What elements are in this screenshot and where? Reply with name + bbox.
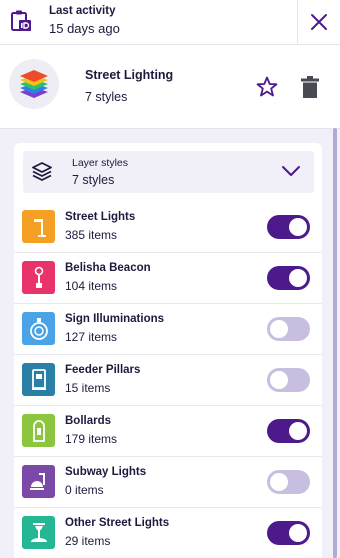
toggle-knob	[289, 269, 307, 287]
group-logo	[9, 59, 59, 109]
delete-button[interactable]	[300, 75, 320, 99]
layer-name: Sign Illuminations	[65, 313, 165, 325]
layer-item-count: 385 items	[65, 228, 118, 242]
group-title: Street Lighting	[85, 68, 174, 82]
close-icon	[311, 14, 327, 30]
street-light-icon	[22, 210, 55, 243]
layer-visibility-toggle[interactable]	[267, 419, 310, 443]
layer-row: Belisha Beacon 104 items	[14, 253, 322, 304]
layer-row: Bollards 179 items	[14, 406, 322, 457]
toggle-knob	[270, 371, 288, 389]
topbar-divider	[297, 0, 298, 45]
sign-illumination-icon	[22, 312, 55, 345]
chevron-down-icon	[282, 166, 300, 176]
close-button[interactable]	[302, 4, 336, 40]
feeder-pillar-icon	[22, 363, 55, 396]
layer-name: Bollards	[65, 415, 112, 427]
toggle-knob	[289, 218, 307, 236]
layer-name: Street Lights	[65, 211, 136, 223]
layer-row: Sign Illuminations 127 items	[14, 304, 322, 355]
layer-item-count: 29 items	[65, 534, 111, 548]
layer-list: Street Lights 385 items Belisha Beacon 1…	[14, 202, 322, 558]
subway-light-icon	[22, 465, 55, 498]
last-activity-label: Last activity	[49, 5, 116, 17]
toggle-knob	[289, 422, 307, 440]
layer-row: Other Street Lights 29 items	[14, 508, 322, 558]
layer-name: Feeder Pillars	[65, 364, 141, 376]
layer-visibility-toggle[interactable]	[267, 470, 310, 494]
other-street-light-icon	[22, 516, 55, 549]
layer-item-count: 104 items	[65, 279, 118, 293]
layer-name: Subway Lights	[65, 466, 147, 478]
layer-visibility-toggle[interactable]	[267, 215, 310, 239]
layer-row: Feeder Pillars 15 items	[14, 355, 322, 406]
clipboard-id-icon	[11, 10, 31, 31]
top-bar: Last activity 15 days ago	[0, 0, 340, 45]
layer-styles-dropdown[interactable]: Layer styles 7 styles	[23, 151, 314, 193]
toggle-knob	[270, 320, 288, 338]
last-activity-value: 15 days ago	[49, 21, 120, 36]
belisha-beacon-icon	[22, 261, 55, 294]
layers-stack-icon	[20, 70, 48, 98]
layer-visibility-toggle[interactable]	[267, 368, 310, 392]
layer-item-count: 15 items	[65, 381, 111, 395]
layer-item-count: 127 items	[65, 330, 118, 344]
group-style-count: 7 styles	[85, 90, 128, 104]
layer-styles-value: 7 styles	[72, 173, 115, 187]
layer-item-count: 0 items	[65, 483, 104, 497]
layer-row: Subway Lights 0 items	[14, 457, 322, 508]
layer-visibility-toggle[interactable]	[267, 317, 310, 341]
scrollbar[interactable]	[333, 128, 337, 558]
layer-group-header: Street Lighting 7 styles	[0, 45, 340, 129]
toggle-knob	[270, 473, 288, 491]
layer-row: Street Lights 385 items	[14, 202, 322, 253]
layers-icon	[32, 162, 52, 181]
layer-name: Belisha Beacon	[65, 262, 151, 274]
bollard-icon	[22, 414, 55, 447]
layer-visibility-toggle[interactable]	[267, 266, 310, 290]
toggle-knob	[289, 524, 307, 542]
favorite-button[interactable]	[255, 75, 279, 99]
layer-styles-label: Layer styles	[72, 157, 129, 169]
layer-name: Other Street Lights	[65, 517, 170, 529]
layer-item-count: 179 items	[65, 432, 118, 446]
layer-visibility-toggle[interactable]	[267, 521, 310, 545]
